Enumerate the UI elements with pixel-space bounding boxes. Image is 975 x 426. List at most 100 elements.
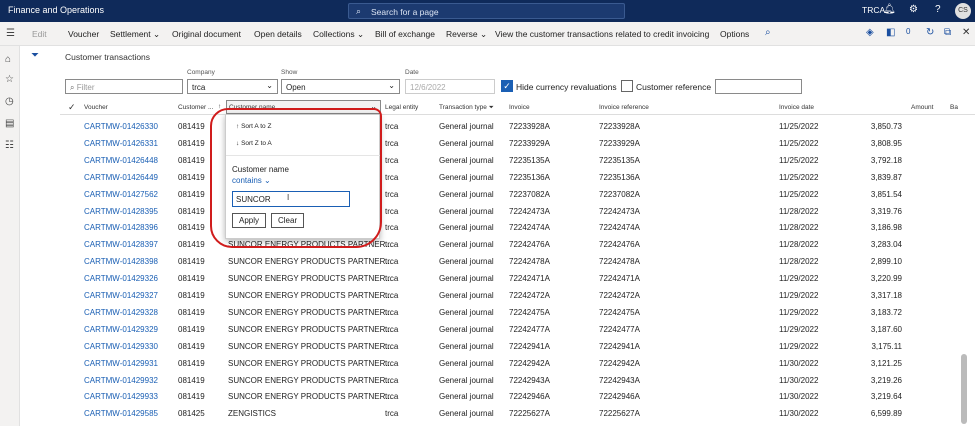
options-button[interactable]: Options <box>720 29 749 39</box>
table-row[interactable]: CARTMW-01429330 081419 SUNCOR ENERGY PRODU… <box>60 338 975 355</box>
reverse-label: Reverse <box>446 29 478 39</box>
cell-voucher[interactable]: CARTMW-01428396 <box>84 223 158 232</box>
table-row[interactable]: CARTMW-01428396 081419 trca General journal… <box>60 219 975 236</box>
customer-reference-checkbox[interactable] <box>621 80 633 92</box>
cell-entity: trca <box>385 223 399 233</box>
cell-customer: 081419 <box>178 307 205 317</box>
cell-voucher[interactable]: CARTMW-01427562 <box>84 190 158 199</box>
cell-voucher[interactable]: CARTMW-01426449 <box>84 173 158 182</box>
table-row[interactable]: CARTMW-01429932 081419 SUNCOR ENERGY PRODU… <box>60 372 975 389</box>
cell-voucher[interactable]: CARTMW-01429585 <box>84 409 158 418</box>
clock-icon[interactable]: ◷ <box>5 96 14 107</box>
table-row[interactable]: CARTMW-01429326 081419 SUNCOR ENERGY PRODU… <box>60 270 975 287</box>
vertical-scrollbar[interactable] <box>961 354 967 424</box>
col-legal-entity[interactable]: Legal entity <box>385 104 418 118</box>
popout-icon[interactable]: ⧉ <box>944 27 951 38</box>
table-row[interactable]: CARTMW-01428398 081419 SUNCOR ENERGY PRODU… <box>60 253 975 270</box>
list-icon[interactable]: ☷ <box>5 140 14 151</box>
cell-voucher[interactable]: CARTMW-01428397 <box>84 240 158 249</box>
cell-ref: 72242946A <box>599 392 640 402</box>
cell-voucher[interactable]: CARTMW-01429932 <box>84 376 158 385</box>
company-select[interactable]: trca ⌄ <box>187 79 278 94</box>
cell-voucher[interactable]: CARTMW-01429326 <box>84 274 158 283</box>
col-amount[interactable]: Amount <box>911 104 933 118</box>
table-row[interactable]: CARTMW-01428395 081419 trca General journal… <box>60 203 975 220</box>
cell-voucher[interactable]: CARTMW-01429933 <box>84 392 158 401</box>
table-row[interactable]: CARTMW-01429585 081425 ZENGISTICS trca Gener… <box>60 405 975 422</box>
search-icon[interactable]: ⌕ <box>765 27 771 38</box>
view-credit-invoicing-button[interactable]: View the customer transactions related t… <box>495 29 709 39</box>
collections-menu[interactable]: Collections ⌄ <box>313 29 364 40</box>
table-row[interactable]: CARTMW-01426448 081419 trca General journal… <box>60 152 975 169</box>
bell-icon[interactable]: 🔔︎ <box>883 4 896 15</box>
open-details-button[interactable]: Open details <box>254 29 302 39</box>
cell-voucher[interactable]: CARTMW-01426448 <box>84 156 158 165</box>
gear-icon[interactable]: ⚙ <box>909 4 918 15</box>
table-row[interactable]: CARTMW-01429328 081419 SUNCOR ENERGY PRODU… <box>60 304 975 321</box>
col-voucher[interactable]: Voucher <box>84 104 108 118</box>
table-row[interactable]: CARTMW-01429933 081419 SUNCOR ENERGY PRODU… <box>60 388 975 405</box>
table-row[interactable]: CARTMW-01429327 081419 SUNCOR ENERGY PRODU… <box>60 287 975 304</box>
table-row[interactable]: CARTMW-01428397 081419 SUNCOR ENERGY PRODU… <box>60 236 975 253</box>
hamburger-icon[interactable]: ☰ <box>6 28 15 39</box>
table-row[interactable]: CARTMW-01426331 081419 trca General journal… <box>60 135 975 152</box>
cell-date: 11/30/2022 <box>779 375 819 385</box>
col-invoice-date[interactable]: Invoice date <box>779 104 814 118</box>
filter-pane-icon[interactable]: ⏷ <box>31 50 39 61</box>
star-icon[interactable]: ☆ <box>5 74 14 85</box>
cell-ref: 72242943A <box>599 375 640 385</box>
cell-voucher[interactable]: CARTMW-01429328 <box>84 308 158 317</box>
col-balance[interactable]: Ba <box>950 104 958 118</box>
table-row[interactable]: CARTMW-01426449 081419 trca General journal… <box>60 169 975 186</box>
col-invoice[interactable]: Invoice <box>509 104 530 118</box>
cell-type: General journal <box>439 358 494 368</box>
reverse-menu[interactable]: Reverse ⌄ <box>446 29 487 40</box>
bill-of-exchange-button[interactable]: Bill of exchange <box>375 29 435 39</box>
settlement-menu[interactable]: Settlement ⌄ <box>110 29 160 40</box>
cell-voucher[interactable]: CARTMW-01426330 <box>84 122 158 131</box>
avatar[interactable]: CS <box>955 3 971 19</box>
show-select[interactable]: Open ⌄ <box>281 79 400 94</box>
cell-type: General journal <box>439 291 494 300</box>
cell-voucher[interactable]: CARTMW-01429327 <box>84 291 158 300</box>
cell-voucher[interactable]: CARTMW-01428395 <box>84 207 158 216</box>
filter-input[interactable]: ⌕ Filter <box>65 79 183 94</box>
col-invoice-reference[interactable]: Invoice reference <box>599 104 649 118</box>
cell-invoice: 72235136A <box>509 172 550 182</box>
diamond-icon[interactable]: ◈ <box>866 27 874 38</box>
col-customer[interactable]: Customer ... <box>178 104 213 118</box>
cell-entity: trca <box>385 375 399 385</box>
edit-button[interactable]: Edit <box>32 29 47 39</box>
cell-voucher[interactable]: CARTMW-01428398 <box>84 257 158 266</box>
cell-voucher[interactable]: CARTMW-01426331 <box>84 139 158 148</box>
table-row[interactable]: CARTMW-01427562 081419 trca General journal… <box>60 186 975 203</box>
voucher-button[interactable]: Voucher <box>68 29 99 39</box>
cell-customer: 081419 <box>178 291 205 300</box>
table-row[interactable]: CARTMW-01426330 081419 trca General journal… <box>60 118 975 135</box>
cell-voucher[interactable]: CARTMW-01429330 <box>84 342 158 351</box>
help-icon[interactable]: ? <box>935 4 941 15</box>
company-picker[interactable]: TRCA <box>862 5 885 15</box>
table-row[interactable]: CARTMW-01429931 081419 SUNCOR ENERGY PRODU… <box>60 355 975 372</box>
close-icon[interactable]: ✕ <box>962 27 970 38</box>
original-document-button[interactable]: Original document <box>172 29 241 39</box>
search-box[interactable]: ⌕ Search for a page <box>348 3 625 19</box>
cell-type: General journal <box>439 274 494 284</box>
home-icon[interactable]: ⌂ <box>5 54 11 65</box>
customer-reference-input[interactable] <box>715 79 802 94</box>
workspace-icon[interactable]: ▤ <box>5 118 14 129</box>
cell-ref: 72225627A <box>599 409 640 419</box>
refresh-icon[interactable]: ↻ <box>926 27 934 38</box>
badge-icon[interactable]: 0 <box>906 27 910 36</box>
office-icon[interactable]: ◧ <box>886 27 895 38</box>
col-transaction-type[interactable]: Transaction type ⏷ <box>439 104 494 118</box>
hide-currency-checkbox[interactable]: ✓ <box>501 80 513 92</box>
cell-name: SUNCOR ENERGY PRODUCTS PARTNER... <box>228 324 393 334</box>
cell-voucher[interactable]: CARTMW-01429329 <box>84 325 158 334</box>
cell-entity: trca <box>385 155 399 165</box>
cell-voucher[interactable]: CARTMW-01429931 <box>84 359 158 368</box>
red-annotation-loop <box>210 108 382 248</box>
table-row[interactable]: CARTMW-01429329 081419 SUNCOR ENERGY PRODU… <box>60 321 975 338</box>
cell-date: 11/28/2022 <box>779 257 819 267</box>
cell-amount: 6,599.89 <box>870 409 902 419</box>
